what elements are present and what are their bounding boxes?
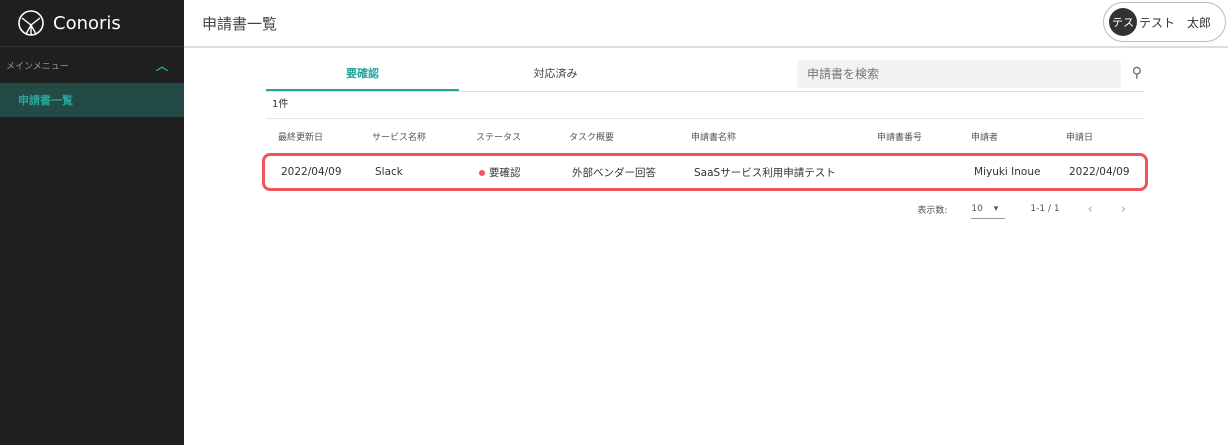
column-header[interactable]: 申請書名称 [679, 130, 865, 143]
user-menu-button[interactable]: テス テスト 太郎 [1103, 2, 1226, 42]
cell-date: 2022/04/09 [1069, 166, 1130, 178]
table-header: 最終更新日 サービス名称 ステータス タスク概要 申請書名称 申請書番号 申請者… [266, 119, 1144, 153]
table-row[interactable]: 2022/04/09 Slack 要確認 外部ベンダー回答 SaaSサービス利用… [262, 153, 1148, 191]
logo[interactable]: Conoris [0, 0, 184, 47]
column-header[interactable]: 申請書番号 [865, 130, 959, 143]
cell-applicant: Miyuki Inoue [974, 166, 1041, 178]
pagination: 表示数: 10 ▾ 1-1 / 1 ‹ › [266, 191, 1144, 227]
main-menu-label: メインメニュー [6, 61, 69, 72]
sidebar-item-label: 申請書一覧 [18, 94, 73, 107]
column-header[interactable]: 最終更新日 [266, 130, 360, 143]
page-title: 申請書一覧 [202, 14, 278, 33]
page-range: 1-1 / 1 [1030, 204, 1060, 214]
sidebar: Conoris メインメニュー ︿ 申請書一覧 [0, 0, 184, 445]
status-text: 要確認 [489, 166, 521, 179]
per-page-select[interactable]: 10 ▾ [971, 200, 1006, 219]
result-count: 1件 [266, 92, 1144, 119]
tabs: 要確認 対応済み ⚲ [266, 57, 1144, 92]
main-content: 要確認 対応済み ⚲ 1件 最終更新日 サービス名称 ステータス タスク概要 申… [262, 57, 1148, 227]
prev-page-icon[interactable]: ‹ [1088, 202, 1093, 217]
search-icon[interactable]: ⚲ [1132, 65, 1142, 81]
cell-name: SaaSサービス利用申請テスト [694, 166, 836, 179]
search-input[interactable] [797, 60, 1121, 88]
sidebar-item-application-list[interactable]: 申請書一覧 [0, 83, 184, 117]
column-header[interactable]: 申請者 [959, 130, 1054, 143]
next-page-icon[interactable]: › [1121, 202, 1126, 217]
tab-done[interactable]: 対応済み [459, 57, 652, 91]
conoris-logo-icon [18, 10, 44, 36]
cell-task: 外部ベンダー回答 [572, 166, 656, 179]
column-header[interactable]: サービス名称 [360, 130, 464, 143]
per-page-label: 表示数: [917, 205, 948, 216]
cell-updated: 2022/04/09 [281, 166, 342, 178]
logo-text: Conoris [53, 12, 121, 34]
column-header[interactable]: ステータス [464, 130, 557, 143]
chevron-up-icon: ︿ [155, 58, 168, 73]
user-name: テスト 太郎 [1139, 15, 1212, 30]
status-dot-icon [479, 169, 485, 176]
main-menu-toggle[interactable]: メインメニュー ︿ [0, 47, 184, 83]
column-header[interactable]: タスク概要 [557, 130, 679, 143]
header: 申請書一覧 テス テスト 太郎 [184, 0, 1228, 48]
tab-needs-review[interactable]: 要確認 [266, 57, 459, 91]
cell-service: Slack [375, 166, 403, 178]
status-badge: 要確認 [467, 165, 560, 180]
caret-down-icon: ▾ [993, 203, 999, 214]
avatar: テス [1109, 8, 1137, 36]
per-page-value: 10 [971, 203, 983, 214]
column-header[interactable]: 申請日 [1054, 130, 1134, 143]
